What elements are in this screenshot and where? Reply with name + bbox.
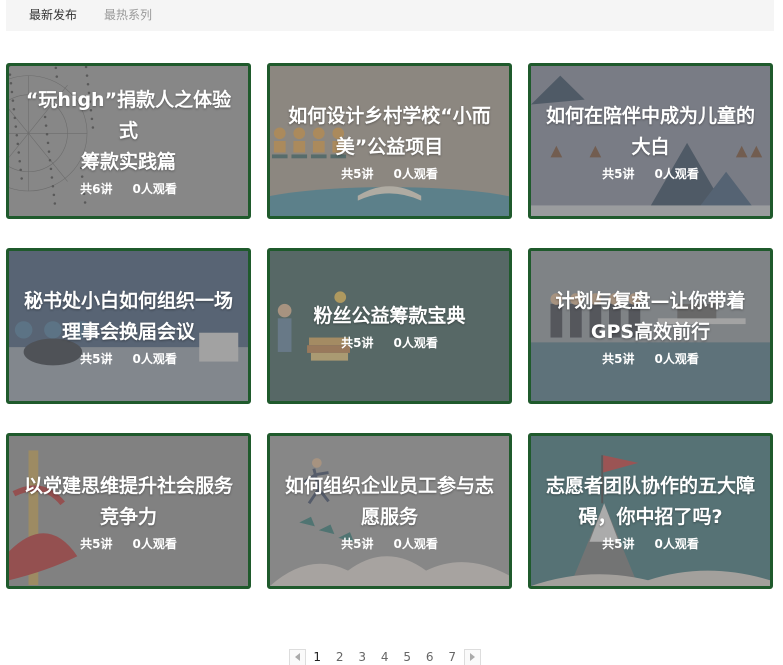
lesson-count: 共5讲	[602, 351, 635, 366]
page-number-1[interactable]: 1	[306, 650, 329, 664]
course-title-line: 志愿者团队协作的五大障	[545, 474, 755, 497]
page-number-6[interactable]: 6	[419, 650, 442, 664]
course-meta: 共5讲 0人观看	[602, 535, 699, 552]
course-card[interactable]: 如何在陪伴中成为儿童的 大白 共5讲 0人观看	[528, 63, 773, 219]
view-count: 0人观看	[132, 351, 177, 366]
view-count: 0人观看	[393, 536, 438, 551]
course-meta: 共5讲 0人观看	[341, 165, 438, 182]
course-title: 如何设计乡村学校“小而 美”公益项目	[288, 101, 491, 163]
course-title-line: GPS高效前行	[590, 320, 711, 343]
card-content: 以党建思维提升社会服务 竞争力 共5讲 0人观看	[9, 436, 248, 586]
course-title-line: “玩high”捐款人之体验式	[25, 89, 232, 142]
view-count: 0人观看	[132, 182, 177, 196]
course-title-line: 理事会换届会议	[61, 320, 195, 343]
lesson-count: 共6讲	[80, 182, 113, 196]
course-title-line: 粉丝公益筹款宝典	[313, 305, 466, 327]
card-content: 志愿者团队协作的五大障 碍，你中招了吗? 共5讲 0人观看	[531, 436, 770, 586]
course-card[interactable]: 以党建思维提升社会服务 竞争力 共5讲 0人观看	[6, 433, 251, 589]
page-number-4[interactable]: 4	[374, 650, 397, 664]
course-meta: 共5讲 0人观看	[602, 350, 699, 367]
next-page-button[interactable]	[463, 648, 481, 665]
course-meta: 共5讲 0人观看	[80, 350, 177, 367]
lesson-count: 共5讲	[341, 166, 374, 181]
lesson-count: 共5讲	[80, 351, 113, 366]
view-count: 0人观看	[393, 336, 438, 350]
card-content: “玩high”捐款人之体验式 筹款实践篇 共6讲 0人观看	[9, 66, 248, 216]
course-title-line: 美”公益项目	[335, 135, 444, 158]
course-card[interactable]: 志愿者团队协作的五大障 碍，你中招了吗? 共5讲 0人观看	[528, 433, 773, 589]
course-title-line: 筹款实践篇	[80, 151, 176, 173]
course-title: 计划与复盘—让你带着 GPS高效前行	[555, 286, 745, 348]
course-card[interactable]: 如何组织企业员工参与志 愿服务 共5讲 0人观看	[267, 433, 512, 589]
lesson-count: 共5讲	[341, 336, 374, 350]
course-title: 以党建思维提升社会服务 竞争力	[24, 471, 233, 533]
course-title-line: 愿服务	[360, 505, 418, 528]
view-count: 0人观看	[654, 351, 699, 366]
course-title: 秘书处小白如何组织一场 理事会换届会议	[24, 286, 233, 348]
course-card[interactable]: 计划与复盘—让你带着 GPS高效前行 共5讲 0人观看	[528, 248, 773, 404]
page-number-5[interactable]: 5	[396, 650, 419, 664]
course-card[interactable]: 粉丝公益筹款宝典 共5讲 0人观看	[267, 248, 512, 404]
course-card[interactable]: 如何设计乡村学校“小而 美”公益项目 共5讲 0人观看	[267, 63, 512, 219]
course-list-page: 最新发布 最热系列 “玩high”捐款人之体验式 筹款实践篇 共6讲 0人观看	[0, 0, 783, 665]
lesson-count: 共5讲	[602, 536, 635, 551]
course-title-line: 大白	[631, 135, 670, 158]
card-content: 粉丝公益筹款宝典 共5讲 0人观看	[270, 251, 509, 401]
tab-bar: 最新发布 最热系列	[6, 0, 774, 31]
course-meta: 共5讲 0人观看	[602, 165, 699, 182]
card-content: 如何组织企业员工参与志 愿服务 共5讲 0人观看	[270, 436, 509, 586]
course-title-line: 竞争力	[99, 505, 157, 528]
lesson-count: 共5讲	[80, 536, 113, 551]
card-content: 计划与复盘—让你带着 GPS高效前行 共5讲 0人观看	[531, 251, 770, 401]
tab-hottest[interactable]: 最热系列	[104, 0, 152, 31]
course-title-line: 以党建思维提升社会服务	[23, 474, 233, 497]
card-content: 如何在陪伴中成为儿童的 大白 共5讲 0人观看	[531, 66, 770, 216]
view-count: 0人观看	[654, 536, 699, 551]
course-title: “玩high”捐款人之体验式 筹款实践篇	[17, 85, 240, 178]
course-title-line: 秘书处小白如何组织一场	[23, 289, 233, 312]
page-number-3[interactable]: 3	[351, 650, 374, 664]
course-title-line: 如何设计乡村学校“小而	[288, 104, 491, 127]
course-meta: 共5讲 0人观看	[341, 535, 438, 552]
tab-latest[interactable]: 最新发布	[29, 0, 77, 31]
lesson-count: 共5讲	[602, 166, 635, 181]
view-count: 0人观看	[654, 166, 699, 181]
course-title-line: 碍，你中招了吗?	[578, 505, 723, 528]
course-title: 如何组织企业员工参与志 愿服务	[285, 471, 494, 533]
course-title: 如何在陪伴中成为儿童的 大白	[546, 101, 755, 163]
course-card[interactable]: 秘书处小白如何组织一场 理事会换届会议 共5讲 0人观看	[6, 248, 251, 404]
course-title-line: 如何组织企业员工参与志	[284, 474, 494, 497]
prev-page-button[interactable]	[289, 648, 306, 665]
triangle-right-icon	[470, 653, 475, 661]
course-meta: 共6讲 0人观看	[80, 180, 177, 197]
page-number-2[interactable]: 2	[329, 650, 352, 664]
card-content: 如何设计乡村学校“小而 美”公益项目 共5讲 0人观看	[270, 66, 509, 216]
course-meta: 共5讲 0人观看	[341, 334, 438, 351]
course-meta: 共5讲 0人观看	[80, 535, 177, 552]
triangle-left-icon	[294, 653, 300, 661]
page-number-7[interactable]: 7	[441, 650, 464, 664]
view-count: 0人观看	[132, 536, 177, 551]
course-title-line: 如何在陪伴中成为儿童的	[545, 104, 755, 127]
course-card[interactable]: “玩high”捐款人之体验式 筹款实践篇 共6讲 0人观看	[6, 63, 251, 219]
card-content: 秘书处小白如何组织一场 理事会换届会议 共5讲 0人观看	[9, 251, 248, 401]
course-title: 志愿者团队协作的五大障 碍，你中招了吗?	[546, 471, 755, 533]
pagination: 1 2 3 4 5 6 7	[289, 648, 481, 665]
course-title: 粉丝公益筹款宝典	[313, 301, 465, 332]
course-title-line: 计划与复盘—让你带着	[555, 289, 746, 312]
view-count: 0人观看	[393, 166, 438, 181]
course-grid: “玩high”捐款人之体验式 筹款实践篇 共6讲 0人观看 如何设计乡村学校“小…	[6, 63, 774, 589]
lesson-count: 共5讲	[341, 536, 374, 551]
